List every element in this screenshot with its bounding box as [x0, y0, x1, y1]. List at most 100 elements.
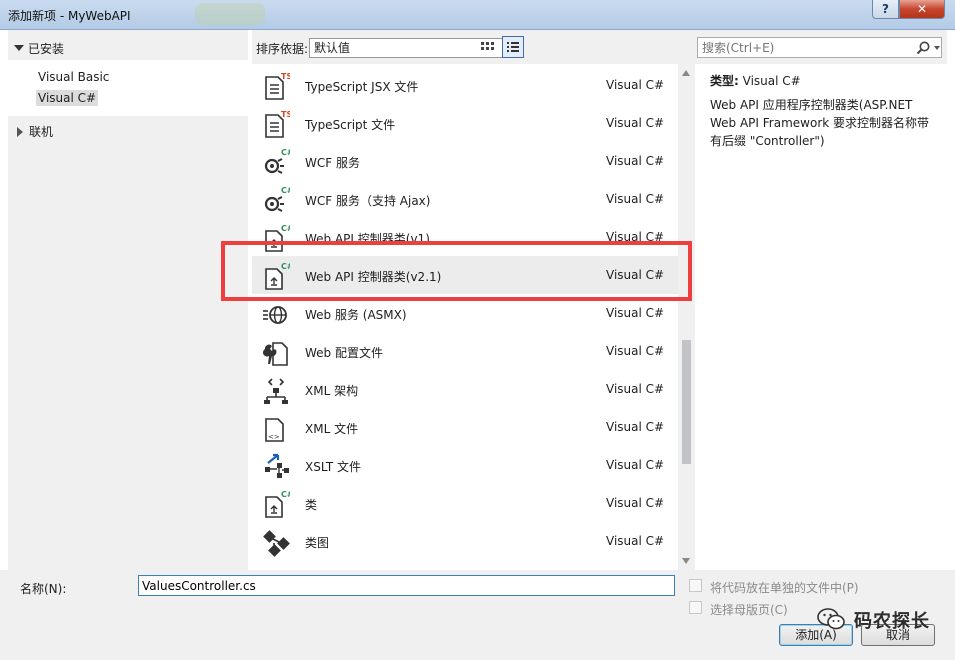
csharp-class-icon: C#	[262, 223, 294, 253]
template-item-row[interactable]: TS TypeScript JSX 文件 Visual C#	[252, 66, 678, 104]
separate-file-label: 将代码放在单独的文件中(P)	[710, 581, 859, 595]
collapse-arrow-icon[interactable]	[17, 127, 23, 137]
template-item-type: Visual C#	[606, 496, 665, 510]
search-strip	[695, 30, 947, 64]
template-item-row[interactable]: 类图 Visual C#	[252, 522, 678, 560]
web-config-wrench-icon	[262, 337, 290, 367]
typescript-file-icon: TS	[262, 109, 292, 139]
help-button[interactable]: ?	[872, 0, 899, 19]
scrollbar-thumb[interactable]	[682, 340, 691, 464]
svg-text:C#: C#	[281, 224, 290, 233]
grid-view-icon[interactable]	[476, 36, 498, 58]
csharp-class-icon: C#	[262, 261, 294, 291]
search-options-chevron-icon[interactable]	[934, 46, 940, 50]
template-item-row[interactable]: XSLT 文件 Visual C#	[252, 446, 678, 484]
template-item-type: Visual C#	[606, 420, 665, 434]
details-description: Web API 应用程序控制器类(ASP.NET Web API Framewo…	[710, 98, 930, 148]
scroll-up-arrow-icon[interactable]	[682, 70, 690, 76]
template-item-name: XML 文件	[305, 422, 359, 436]
watermark-text: 码农探长	[854, 611, 930, 632]
title-bar-glow	[195, 3, 265, 25]
template-item-name: Web 服务 (ASMX)	[305, 308, 407, 322]
tree-node-installed-label: 已安装	[28, 42, 65, 56]
xml-file-icon: <>	[262, 413, 290, 443]
template-item-row[interactable]: Web 配置文件 Visual C#	[252, 332, 678, 370]
template-item-row[interactable]: Web 服务 (ASMX) Visual C#	[252, 294, 678, 332]
details-type-label: 类型:	[710, 74, 739, 88]
template-list: TS TypeScript JSX 文件 Visual C# TS TypeScript…	[252, 64, 678, 570]
separate-file-checkbox[interactable]	[689, 579, 702, 592]
details-pane: 类型: Visual C# Web API 应用程序控制器类(ASP.NET W…	[695, 30, 947, 570]
svg-text:C#: C#	[281, 148, 290, 157]
svg-text:C#: C#	[281, 490, 290, 499]
xml-schema-icon	[262, 375, 290, 405]
template-item-row[interactable]: C# WCF 服务 Visual C#	[252, 142, 678, 180]
bottom-panel: 名称(N): 将代码放在单独的文件中(P) 选择母版页(C) 添加(A) 取消 …	[0, 570, 955, 660]
tree-node-online-label: 联机	[29, 125, 54, 139]
name-field[interactable]	[138, 575, 675, 596]
template-item-name: XSLT 文件	[305, 460, 362, 474]
list-view-icon[interactable]	[502, 36, 524, 58]
expand-arrow-icon[interactable]	[14, 45, 24, 51]
xslt-file-icon	[262, 451, 290, 481]
svg-text:TS: TS	[281, 72, 290, 81]
svg-text:TS: TS	[281, 110, 290, 119]
template-item-type: Visual C#	[606, 230, 665, 244]
template-category-tree: 已安装 Visual Basic Visual C# 联机	[8, 30, 248, 570]
master-page-label: 选择母版页(C)	[710, 603, 788, 617]
template-item-name: 类	[305, 498, 318, 512]
template-item-type: Visual C#	[606, 154, 665, 168]
template-item-name: Web API 控制器类(v1)	[305, 232, 430, 246]
template-item-name: Web API 控制器类(v2.1)	[305, 270, 442, 284]
template-item-type: Visual C#	[606, 116, 665, 130]
template-item-type: Visual C#	[606, 78, 665, 92]
details-type-value: Visual C#	[742, 74, 801, 88]
tree-node-visual-basic[interactable]: Visual Basic	[38, 70, 109, 84]
template-item-row[interactable]: C# Web API 控制器类(v1) Visual C#	[252, 218, 678, 256]
csharp-class-icon: C#	[262, 489, 294, 519]
wcf-service-icon: C#	[262, 147, 294, 177]
tree-lower-area	[8, 116, 248, 570]
template-item-row[interactable]: <> XML 文件 Visual C#	[252, 408, 678, 446]
template-item-type: Visual C#	[606, 344, 665, 358]
master-page-checkbox[interactable]	[689, 601, 702, 614]
search-icon[interactable]	[915, 40, 931, 56]
template-item-type: Visual C#	[606, 268, 665, 282]
name-label: 名称(N):	[20, 582, 67, 596]
template-item-type: Visual C#	[606, 382, 665, 396]
template-item-row[interactable]: C# WCF 服务（支持 Ajax) Visual C#	[252, 180, 678, 218]
template-item-type: Visual C#	[606, 534, 665, 548]
svg-text:C#: C#	[281, 186, 290, 195]
template-item-type: Visual C#	[606, 458, 665, 472]
class-diagram-icon	[262, 527, 290, 557]
template-item-name: XML 架构	[305, 384, 359, 398]
search-input[interactable]	[702, 40, 902, 55]
svg-text:<>: <>	[268, 433, 280, 441]
typescript-file-icon: TS	[262, 71, 292, 101]
template-item-type: Visual C#	[606, 306, 665, 320]
details-type: 类型: Visual C#	[710, 72, 801, 89]
web-service-globe-icon	[262, 299, 290, 329]
template-item-row[interactable]: C# 类 Visual C#	[252, 484, 678, 522]
list-toolbar: 排序依据: 默认值	[252, 30, 695, 64]
sort-label: 排序依据:	[256, 42, 309, 56]
template-item-name: WCF 服务	[305, 156, 360, 170]
template-item-name: WCF 服务（支持 Ajax)	[305, 194, 431, 208]
template-item-row[interactable]: C# Web API 控制器类(v2.1) Visual C#	[252, 256, 678, 294]
wcf-service-icon: C#	[262, 185, 294, 215]
list-scrollbar[interactable]	[678, 64, 695, 570]
sort-dropdown-value: 默认值	[314, 41, 351, 55]
template-item-name: TypeScript 文件	[305, 118, 396, 132]
window-title: 添加新项 - MyWebAPI	[8, 9, 131, 23]
wechat-logo-icon	[817, 608, 845, 630]
template-item-name: Web 配置文件	[305, 346, 383, 360]
search-box[interactable]	[697, 37, 942, 58]
tree-node-visual-csharp[interactable]: Visual C#	[36, 90, 99, 106]
template-item-row[interactable]: XML 架构 Visual C#	[252, 370, 678, 408]
template-item-row[interactable]: TS TypeScript 文件 Visual C#	[252, 104, 678, 142]
title-bar: 添加新项 - MyWebAPI ? ✕	[0, 0, 955, 30]
scroll-down-arrow-icon[interactable]	[682, 558, 690, 564]
watermark: 码农探长	[806, 604, 930, 634]
template-item-name: 类图	[305, 536, 330, 550]
close-button[interactable]: ✕	[899, 0, 945, 19]
